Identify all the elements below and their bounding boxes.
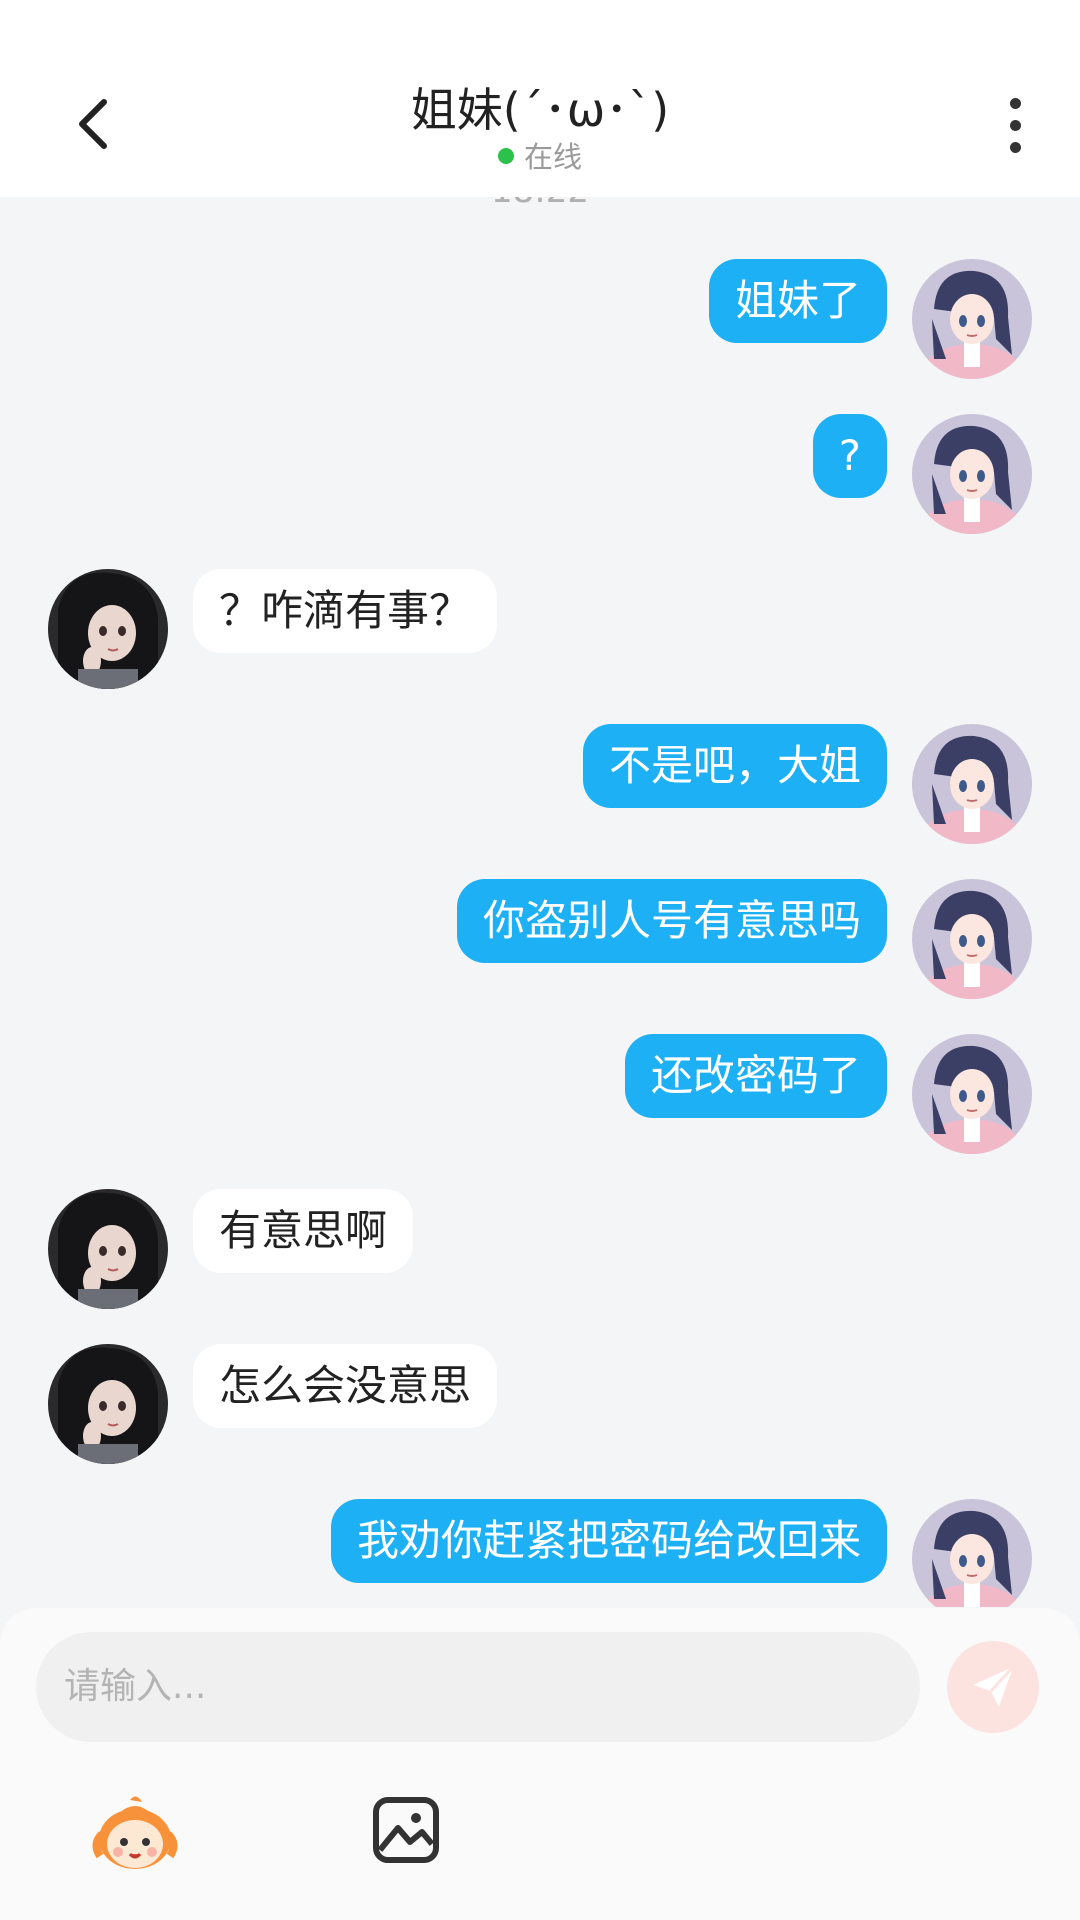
message-row: ？咋滴有事？	[0, 569, 1080, 689]
image-button[interactable]	[370, 1794, 442, 1866]
message-row: 你盗别人号有意思吗	[0, 879, 1080, 999]
image-icon	[373, 1797, 439, 1863]
contact-avatar[interactable]	[48, 569, 168, 689]
message-bubble[interactable]: 怎么会没意思	[193, 1344, 498, 1428]
send-icon	[973, 1665, 1015, 1707]
message-row: ?	[0, 414, 1080, 534]
emoji-button[interactable]	[90, 1794, 180, 1874]
message-row: 怎么会没意思	[0, 1344, 1080, 1464]
message-composer: 请输入...	[0, 1608, 1080, 1920]
message-row: 我劝你赶紧把密码给改回来	[0, 1499, 1080, 1607]
message-list[interactable]: 18:22 姐妹了 ?	[0, 197, 1080, 1607]
my-avatar[interactable]	[912, 414, 1032, 534]
message-input[interactable]: 请输入...	[36, 1632, 920, 1742]
message-row: 不是吧，大姐	[0, 724, 1080, 844]
message-bubble[interactable]: 我劝你赶紧把密码给改回来	[330, 1499, 887, 1583]
my-avatar[interactable]	[912, 724, 1032, 844]
message-row: 有意思啊	[0, 1189, 1080, 1309]
contact-avatar[interactable]	[48, 1344, 168, 1464]
status-text: 在线	[523, 140, 582, 174]
more-dot	[1009, 98, 1021, 109]
online-status: 在线	[0, 134, 1080, 176]
message-bubble[interactable]: 你盗别人号有意思吗	[456, 879, 887, 963]
more-dot	[1009, 142, 1021, 153]
message-bubble[interactable]: ？咋滴有事？	[193, 569, 498, 653]
message-row: 姐妹了	[0, 259, 1080, 379]
my-avatar[interactable]	[912, 879, 1032, 999]
message-bubble[interactable]: 有意思啊	[193, 1189, 414, 1273]
message-bubble[interactable]: 不是吧，大姐	[582, 724, 887, 808]
send-button[interactable]	[947, 1641, 1039, 1733]
message-bubble[interactable]: 姐妹了	[708, 259, 887, 343]
more-button[interactable]	[990, 92, 1040, 160]
chat-header: 姐妹(´･ω･`) 在线	[0, 0, 1080, 197]
emoji-mascot-icon	[92, 1796, 178, 1869]
my-avatar[interactable]	[912, 259, 1032, 379]
online-dot	[497, 148, 514, 164]
my-avatar[interactable]	[912, 1499, 1032, 1607]
chat-title: 姐妹(´･ω･`)	[410, 83, 670, 137]
my-avatar[interactable]	[912, 1034, 1032, 1154]
more-dot	[1009, 120, 1021, 131]
message-bubble[interactable]: ?	[812, 414, 887, 498]
contact-avatar[interactable]	[48, 1189, 168, 1309]
message-timestamp: 18:22	[0, 197, 1080, 211]
message-row: 还改密码了	[0, 1034, 1080, 1154]
message-bubble[interactable]: 还改密码了	[624, 1034, 887, 1118]
